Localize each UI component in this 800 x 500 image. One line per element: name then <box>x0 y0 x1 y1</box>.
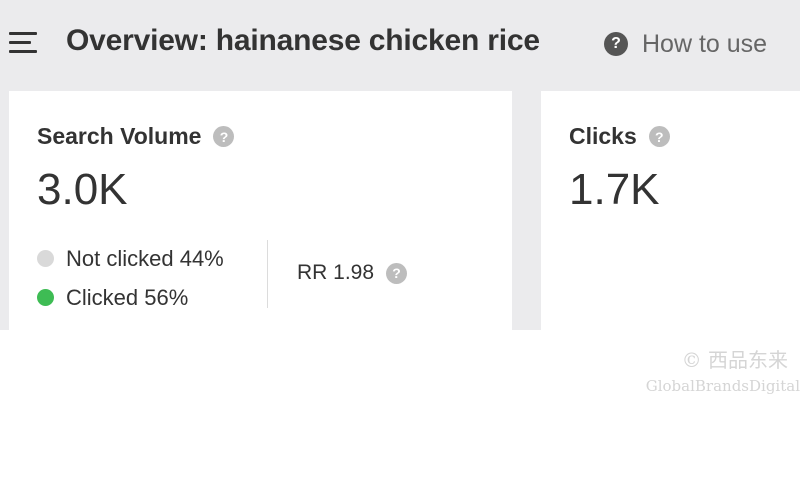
search-volume-help-icon[interactable]: ? <box>213 126 235 147</box>
legend-item-clicked: Clicked 56% <box>37 278 224 317</box>
clicks-title: Clicks <box>569 123 637 149</box>
page-title: Overview: hainanese chicken rice <box>66 24 540 57</box>
watermark-line-1: © 西品东来 <box>681 348 788 372</box>
watermark-line-2: GlobalBrandsDigital <box>645 377 800 395</box>
watermark: © 西品东来 GlobalBrandsDigital <box>646 344 800 395</box>
legend-item-not-clicked: Not clicked 44% <box>37 239 224 278</box>
page-header: Overview: hainanese chicken rice ? How t… <box>0 0 800 88</box>
clicked-dot-icon <box>37 289 54 306</box>
rr-label: RR 1.98 <box>297 261 375 284</box>
search-volume-card: Search Volume ? 3.0K Not clicked 44% Cli… <box>9 91 512 330</box>
rr-metric: RR 1.98 ? <box>297 261 408 285</box>
rr-help-icon[interactable]: ? <box>386 262 408 284</box>
click-legend: Not clicked 44% Clicked 56% <box>37 239 224 317</box>
clicks-value: 1.7K <box>569 165 660 214</box>
search-volume-value: 3.0K <box>37 165 128 214</box>
search-volume-title: Search Volume <box>37 123 202 149</box>
clicks-help-icon[interactable]: ? <box>648 126 670 147</box>
clicks-card: Clicks ? 1.7K <box>541 91 800 330</box>
clicks-title-row: Clicks ? <box>569 123 670 150</box>
top-area: Overview: hainanese chicken rice ? How t… <box>0 0 800 330</box>
question-mark-icon: ? <box>604 32 628 56</box>
not-clicked-dot-icon <box>37 250 54 267</box>
clicked-label: Clicked 56% <box>66 284 189 310</box>
not-clicked-label: Not clicked 44% <box>66 245 224 271</box>
search-volume-title-row: Search Volume ? <box>37 123 235 150</box>
hamburger-menu-icon[interactable] <box>9 32 37 54</box>
how-to-use-label: How to use <box>642 29 768 58</box>
divider <box>267 240 268 308</box>
how-to-use-link[interactable]: ? How to use <box>604 28 767 60</box>
